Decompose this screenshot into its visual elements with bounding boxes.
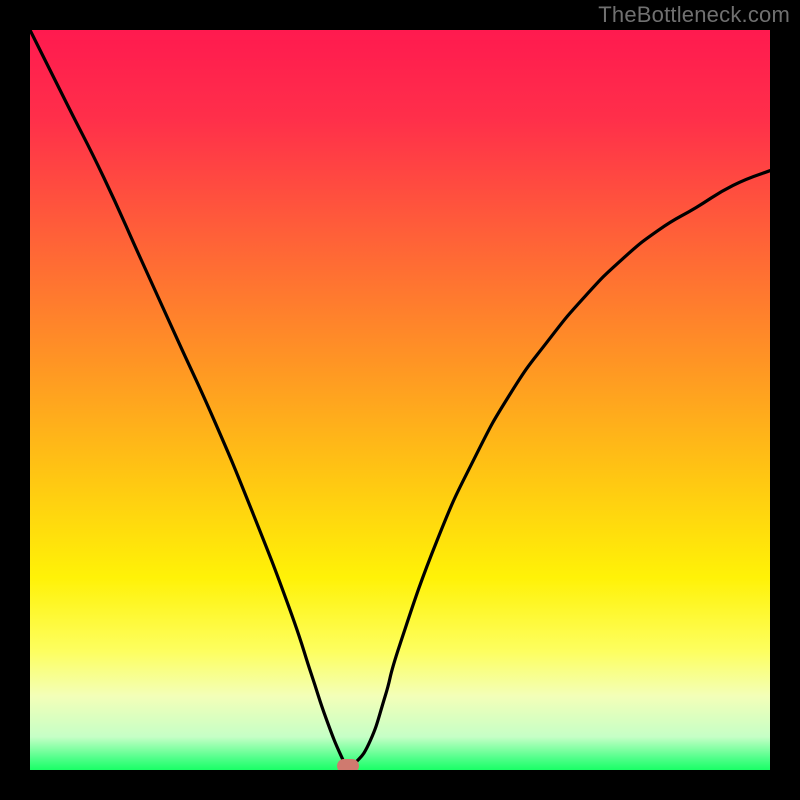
optimal-point-marker bbox=[337, 759, 359, 770]
watermark-text: TheBottleneck.com bbox=[598, 2, 790, 28]
plot-area bbox=[30, 30, 770, 770]
chart-frame: TheBottleneck.com bbox=[0, 0, 800, 800]
curve-path bbox=[30, 30, 770, 768]
bottleneck-curve bbox=[30, 30, 770, 770]
